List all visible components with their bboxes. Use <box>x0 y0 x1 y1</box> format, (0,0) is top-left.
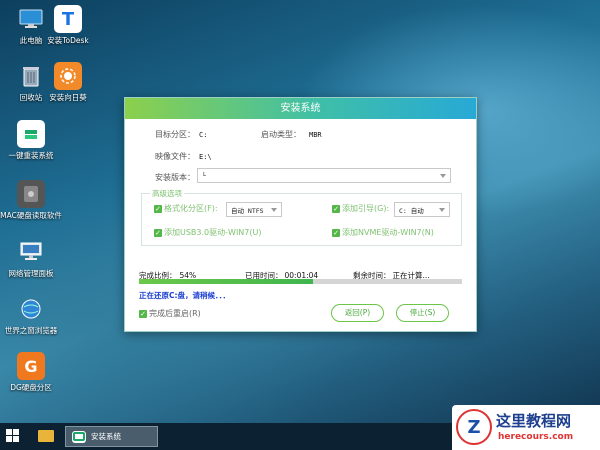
file-explorer-icon[interactable] <box>38 430 54 442</box>
status-text: 正在还原C:盘，请稍候．．． <box>139 291 231 300</box>
advanced-options-label: 高级选项 <box>150 188 184 199</box>
install-version-row: 安装版本： <box>155 172 195 183</box>
start-button[interactable] <box>6 429 20 443</box>
boot-type-row: 启动类型： MBR <box>261 129 322 140</box>
desktop-icon-diskgenius[interactable]: G DG硬盘分区 <box>0 352 62 393</box>
nvme-driver-label: 添加NVME驱动-WIN7(N) <box>342 228 434 237</box>
desktop-icon-label: 世界之窗浏览器 <box>4 326 58 335</box>
target-partition-row: 目标分区： C: <box>155 129 207 140</box>
progress-bar-fill <box>139 279 314 284</box>
boot-type-value: MBR <box>309 130 322 139</box>
desktop-icon-label: 安装向日葵 <box>49 93 87 102</box>
format-partition-select[interactable]: 自动 NTFS <box>226 202 282 217</box>
watermark: Z 这里教程网 herecours.com <box>452 405 600 450</box>
boot-type-label: 启动类型： <box>261 130 301 139</box>
stop-button[interactable]: 停止(S) <box>396 304 449 322</box>
add-boot-checkbox[interactable]: ✓ 添加引导(G): <box>332 203 389 214</box>
windows-logo-icon <box>6 436 12 442</box>
checkmark-icon: ✓ <box>332 228 340 237</box>
reinstall-icon <box>17 120 45 148</box>
back-button[interactable]: 返回(P) <box>331 304 384 322</box>
format-partition-label: 格式化分区(F): <box>164 204 218 213</box>
chevron-down-icon <box>271 207 277 212</box>
reinstall-icon <box>72 430 86 443</box>
watermark-url: herecours.com <box>498 432 574 442</box>
reboot-label: 完成后重启(R) <box>149 309 201 318</box>
usb3-driver-label: 添加USB3.0驱动-WIN7(U) <box>164 228 262 237</box>
image-file-row: 映像文件： E:\ <box>155 151 212 162</box>
desktop-icon-browser[interactable]: 世界之窗浏览器 <box>0 295 62 336</box>
install-version-value: └ <box>202 171 206 180</box>
desktop-icon-network[interactable]: 网络管理面板 <box>0 238 62 279</box>
network-icon <box>17 238 45 266</box>
advanced-options-group: 高级选项 ✓ 格式化分区(F): 自动 NTFS ✓ 添加引导(G): C: 自… <box>141 188 462 246</box>
desktop-icon-mac-disk[interactable]: MAC硬盘读取软件 <box>0 180 62 221</box>
checkmark-icon: ✓ <box>332 204 340 213</box>
install-system-dialog: 安装系统 目标分区： C: 启动类型： MBR 映像文件： E:\ 安装版本： … <box>124 97 477 332</box>
nvme-driver-checkbox[interactable]: ✓ 添加NVME驱动-WIN7(N) <box>332 227 434 238</box>
image-file-value: E:\ <box>199 152 212 161</box>
checkmark-icon: ✓ <box>154 204 162 213</box>
desktop-icon-label: 安装ToDesk <box>47 36 89 45</box>
format-partition-checkbox[interactable]: ✓ 格式化分区(F): <box>154 203 218 214</box>
desktop-icon-label: 网络管理面板 <box>8 269 54 278</box>
checkmark-icon: ✓ <box>154 228 162 237</box>
taskbar-item-label: 安装系统 <box>91 432 121 441</box>
watermark-logo: Z <box>456 409 492 445</box>
chevron-down-icon <box>439 207 445 212</box>
desktop-icon-label: 一键重装系统 <box>8 151 54 160</box>
windows-logo-icon <box>13 429 19 435</box>
install-version-select[interactable]: └ <box>197 168 451 183</box>
watermark-cn-text: 这里教程网 <box>496 412 572 430</box>
usb3-driver-checkbox[interactable]: ✓ 添加USB3.0驱动-WIN7(U) <box>154 227 261 238</box>
browser-icon <box>17 295 45 323</box>
reboot-checkbox[interactable]: ✓ 完成后重启(R) <box>139 308 201 319</box>
desktop-icon-sunflower[interactable]: 安装向日葵 <box>37 62 99 103</box>
todesk-icon: T <box>54 5 82 33</box>
desktop-icon-label: MAC硬盘读取软件 <box>0 211 62 220</box>
sunflower-icon <box>54 62 82 90</box>
format-partition-value: 自动 NTFS <box>231 206 264 215</box>
image-file-label: 映像文件： <box>155 152 195 161</box>
desktop-icon-reinstall[interactable]: 一键重装系统 <box>0 120 62 161</box>
add-boot-value: C: 自动 <box>399 206 424 215</box>
progress-bar <box>139 279 462 284</box>
desktop-icon-todesk[interactable]: T 安装ToDesk <box>37 5 99 46</box>
checkmark-icon: ✓ <box>139 309 147 318</box>
mac-disk-icon <box>17 180 45 208</box>
target-partition-label: 目标分区： <box>155 130 195 139</box>
add-boot-label: 添加引导(G): <box>342 204 390 213</box>
windows-logo-icon <box>6 429 12 435</box>
dialog-title: 安装系统 <box>125 98 476 119</box>
chevron-down-icon <box>440 173 446 178</box>
install-version-label: 安装版本： <box>155 173 195 182</box>
taskbar-item-install-system[interactable]: 安装系统 <box>65 426 158 447</box>
windows-logo-icon <box>13 436 19 442</box>
desktop-icon-label: DG硬盘分区 <box>10 383 52 392</box>
add-boot-select[interactable]: C: 自动 <box>394 202 450 217</box>
target-partition-value: C: <box>199 130 208 139</box>
diskgenius-icon: G <box>17 352 45 380</box>
